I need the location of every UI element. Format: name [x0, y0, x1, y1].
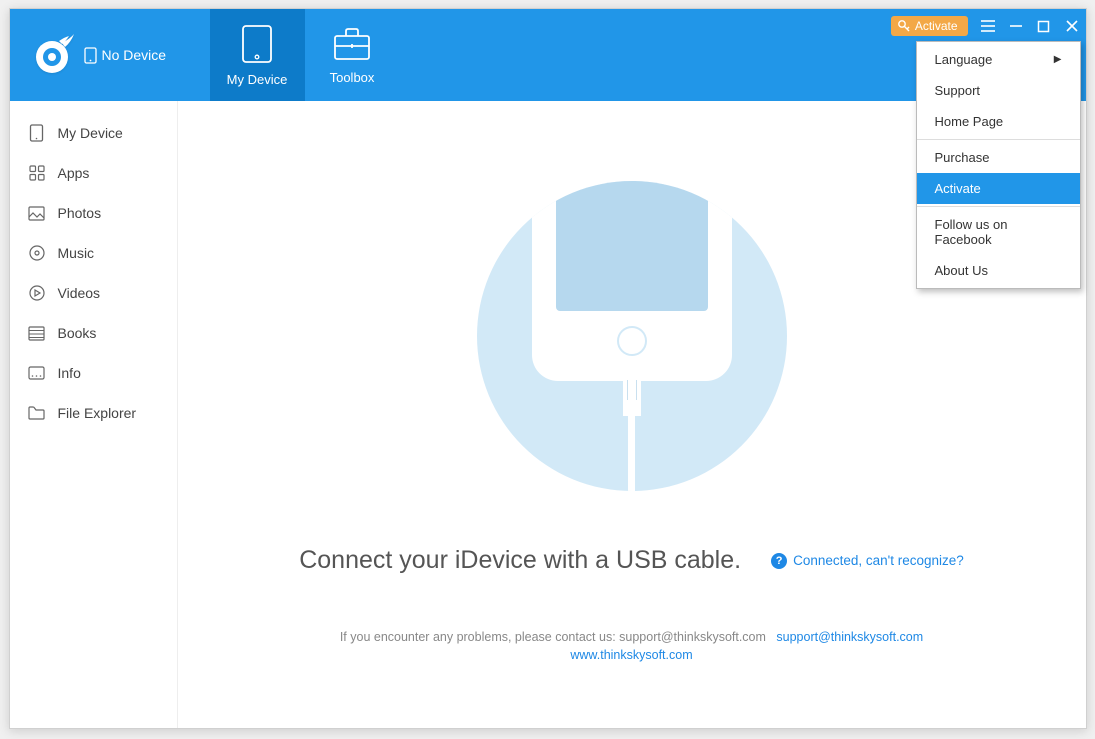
menu-item-follow-facebook[interactable]: Follow us on Facebook	[917, 209, 1080, 255]
menu-item-language[interactable]: Language ▶	[917, 44, 1080, 75]
sidebar-item-label: Apps	[58, 165, 90, 181]
activate-button-label: Activate	[915, 19, 958, 33]
phone-graphic	[532, 181, 732, 381]
sidebar-item-label: My Device	[58, 125, 123, 141]
apps-icon	[28, 164, 46, 182]
menu-item-label: Follow us on Facebook	[935, 217, 1062, 247]
question-icon: ?	[771, 553, 787, 569]
phone-home-button-graphic	[617, 326, 647, 356]
main-menu-dropdown: Language ▶ Support Home Page Purchase Ac…	[916, 41, 1081, 289]
app-logo-icon	[28, 31, 76, 79]
maximize-button[interactable]	[1030, 9, 1058, 43]
music-icon	[28, 244, 46, 262]
phone-screen-graphic	[556, 181, 708, 311]
footer-text: If you encounter any problems, please co…	[340, 630, 766, 644]
folder-icon	[28, 404, 46, 422]
menu-item-label: Language	[935, 52, 993, 67]
support-email-link[interactable]: support@thinkskysoft.com	[776, 630, 923, 644]
info-icon	[28, 364, 46, 382]
menu-item-label: About Us	[935, 263, 988, 278]
sidebar-item-photos[interactable]: Photos	[10, 193, 177, 233]
sidebar-item-label: Photos	[58, 205, 102, 221]
sidebar-item-info[interactable]: Info	[10, 353, 177, 393]
close-button[interactable]	[1058, 9, 1086, 43]
menu-item-label: Support	[935, 83, 981, 98]
footer-line-2: www.thinkskysoft.com	[340, 648, 923, 662]
app-window: No Device My Device Toolbox	[9, 8, 1087, 729]
books-icon	[28, 324, 46, 342]
submenu-arrow-icon: ▶	[1054, 54, 1062, 65]
window-controls: Activate	[891, 9, 1086, 43]
device-icon	[28, 124, 46, 142]
menu-item-support[interactable]: Support	[917, 75, 1080, 106]
sidebar-item-music[interactable]: Music	[10, 233, 177, 273]
header-bar: No Device My Device Toolbox	[10, 9, 1086, 101]
menu-item-label: Purchase	[935, 150, 990, 165]
no-device-label: No Device	[84, 47, 167, 64]
menu-separator	[917, 206, 1080, 207]
sidebar: My Device Apps Photos Music	[10, 101, 178, 728]
sidebar-item-apps[interactable]: Apps	[10, 153, 177, 193]
menu-item-label: Activate	[935, 181, 981, 196]
videos-icon	[28, 284, 46, 302]
menu-button[interactable]	[974, 9, 1002, 43]
header-tabs: My Device Toolbox	[210, 9, 400, 101]
footer: If you encounter any problems, please co…	[340, 630, 923, 662]
sidebar-item-label: Info	[58, 365, 81, 381]
menu-separator	[917, 139, 1080, 140]
sidebar-item-label: File Explorer	[58, 405, 137, 421]
sidebar-item-file-explorer[interactable]: File Explorer	[10, 393, 177, 433]
menu-item-purchase[interactable]: Purchase	[917, 142, 1080, 173]
no-device-text: No Device	[102, 47, 167, 63]
tab-label: Toolbox	[330, 70, 375, 85]
sidebar-item-books[interactable]: Books	[10, 313, 177, 353]
device-illustration	[477, 181, 787, 491]
activate-button[interactable]: Activate	[891, 16, 968, 36]
logo-section: No Device	[10, 9, 210, 101]
tab-my-device[interactable]: My Device	[210, 9, 305, 101]
recognize-help-link[interactable]: ? Connected, can't recognize?	[771, 553, 964, 569]
sidebar-item-label: Music	[58, 245, 95, 261]
sidebar-item-videos[interactable]: Videos	[10, 273, 177, 313]
website-link[interactable]: www.thinkskysoft.com	[570, 648, 692, 662]
briefcase-icon	[332, 26, 372, 62]
sidebar-item-my-device[interactable]: My Device	[10, 113, 177, 153]
connect-instruction: Connect your iDevice with a USB cable.	[299, 546, 741, 575]
tab-label: My Device	[227, 72, 288, 87]
photos-icon	[28, 204, 46, 222]
connect-row: Connect your iDevice with a USB cable. ?…	[299, 546, 964, 575]
cable-graphic	[623, 374, 641, 491]
minimize-button[interactable]	[1002, 9, 1030, 43]
menu-item-about-us[interactable]: About Us	[917, 255, 1080, 286]
key-icon	[897, 19, 911, 33]
tab-toolbox[interactable]: Toolbox	[305, 9, 400, 101]
sidebar-item-label: Videos	[58, 285, 101, 301]
tablet-icon	[241, 24, 273, 64]
sidebar-item-label: Books	[58, 325, 97, 341]
menu-item-home-page[interactable]: Home Page	[917, 106, 1080, 137]
footer-line-1: If you encounter any problems, please co…	[340, 630, 923, 644]
menu-item-label: Home Page	[935, 114, 1004, 129]
menu-item-activate[interactable]: Activate	[917, 173, 1080, 204]
help-link-label: Connected, can't recognize?	[793, 553, 964, 568]
device-small-icon	[84, 47, 97, 64]
